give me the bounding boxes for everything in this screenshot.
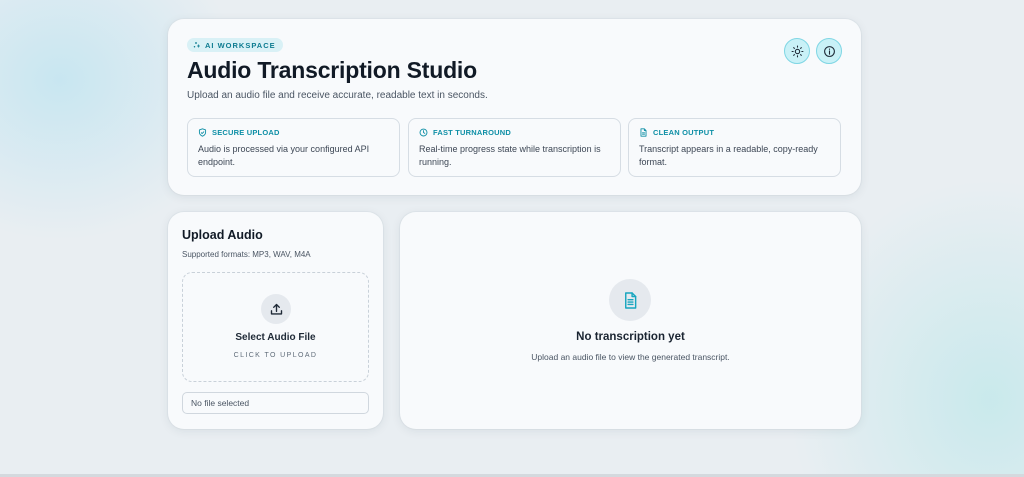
- feature-title: SECURE UPLOAD: [212, 128, 280, 137]
- feature-title: FAST TURNAROUND: [433, 128, 511, 137]
- shield-check-icon: [198, 128, 207, 137]
- workspace-badge: AI WORKSPACE: [187, 38, 283, 52]
- upload-title: Upload Audio: [182, 228, 263, 242]
- transcript-card: No transcription yet Upload an audio fil…: [400, 212, 861, 429]
- feature-text: Real-time progress state while transcrip…: [419, 144, 601, 167]
- page-subtitle: Upload an audio file and receive accurat…: [187, 90, 488, 101]
- transcript-icon-circle: [609, 279, 651, 321]
- empty-state-title: No transcription yet: [576, 331, 685, 343]
- feature-title: CLEAN OUTPUT: [653, 128, 715, 137]
- feature-text: Audio is processed via your configured A…: [198, 144, 370, 167]
- upload-dropzone[interactable]: Select Audio File CLICK TO UPLOAD: [182, 272, 369, 382]
- theme-toggle-button[interactable]: [784, 38, 810, 64]
- upload-icon-circle: [261, 294, 291, 324]
- feature-text: Transcript appears in a readable, copy-r…: [639, 144, 818, 167]
- select-file-label: Select Audio File: [235, 332, 316, 343]
- page-title: Audio Transcription Studio: [187, 57, 477, 83]
- sparkles-icon: [193, 42, 200, 48]
- info-button[interactable]: [816, 38, 842, 64]
- file-status-field: No file selected: [182, 392, 369, 414]
- feature-secure-upload: SECURE UPLOAD Audio is processed via you…: [187, 118, 400, 177]
- document-icon: [640, 128, 647, 137]
- feature-clean-output: CLEAN OUTPUT Transcript appears in a rea…: [628, 118, 841, 177]
- supported-formats: Supported formats: MP3, WAV, M4A: [182, 250, 311, 259]
- feature-fast-turnaround: FAST TURNAROUND Real-time progress state…: [408, 118, 621, 177]
- info-icon: [823, 45, 835, 57]
- file-text-icon: [624, 291, 636, 309]
- upload-icon: [270, 303, 282, 315]
- click-to-upload-label: CLICK TO UPLOAD: [233, 352, 318, 359]
- sun-icon: [791, 45, 803, 57]
- badge-label: AI WORKSPACE: [205, 40, 276, 50]
- hero-card: AI WORKSPACE Audio Transcription Studio …: [168, 19, 861, 195]
- empty-state-text: Upload an audio file to view the generat…: [531, 352, 730, 362]
- clock-icon: [419, 128, 428, 137]
- upload-card: Upload Audio Supported formats: MP3, WAV…: [168, 212, 383, 429]
